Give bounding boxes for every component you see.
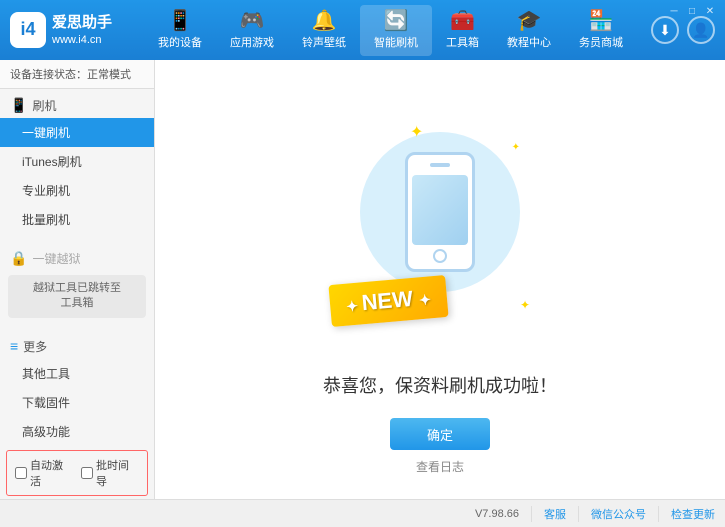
sidebar-item-itunes-flash[interactable]: iTunes刷机 (0, 147, 154, 176)
tools-icon: 🧰 (450, 11, 475, 31)
sidebar-item-one-key-flash[interactable]: 一键刷机 (0, 118, 154, 147)
sidebar-item-download-fw[interactable]: 下载固件 (0, 388, 154, 417)
status-bar: V7.98.66 客服 微信公众号 检查更新 (0, 499, 725, 527)
view-log-link[interactable]: 查看日志 (416, 458, 464, 475)
user-button[interactable]: 👤 (687, 16, 715, 44)
sidebar-item-advanced[interactable]: 高级功能 (0, 417, 154, 446)
tutorial-icon: 🎓 (517, 11, 542, 31)
circle-bg (360, 132, 520, 292)
sidebar-item-batch-flash[interactable]: 批量刷机 (0, 205, 154, 234)
nav-tools[interactable]: 🧰 工具箱 (432, 5, 493, 56)
auto-detect-label[interactable]: 自动激活 (15, 457, 73, 489)
nav-items: 📱 我的设备 🎮 应用游戏 🔔 铃声壁纸 🔄 智能刷机 🧰 工具箱 🎓 (140, 5, 641, 56)
header: i4 爱思助手 www.i4.cn 📱 我的设备 🎮 应用游戏 🔔 铃声壁纸 🔄 (0, 0, 725, 60)
nav-apps-games[interactable]: 🎮 应用游戏 (216, 5, 288, 56)
services-icon: 🏪 (589, 11, 614, 31)
status-divider-2 (578, 506, 579, 522)
nav-ringtones[interactable]: 🔔 铃声壁纸 (288, 5, 360, 56)
sidebar-section-more: ≡ 更多 (0, 330, 154, 359)
sidebar-item-pro-flash[interactable]: 专业刷机 (0, 176, 154, 205)
status-divider-3 (658, 506, 659, 522)
sparkle-1: ✦ (410, 122, 423, 142)
phone-screen (412, 175, 468, 245)
sidebar-restore-note: 越狱工具已跳转至工具箱 (8, 275, 146, 318)
breadcrumb: 设备连接状态：正常模式 (0, 60, 154, 89)
time-guide-label[interactable]: 批时间导 (81, 457, 139, 489)
phone-shape (405, 152, 475, 272)
device-icon: 📱 (168, 11, 193, 31)
logo-text: 爱思助手 www.i4.cn (52, 12, 112, 48)
version-label: V7.98.66 (475, 508, 519, 520)
nav-tutorials[interactable]: 🎓 教程中心 (493, 5, 565, 56)
sparkle-2: ✦ (512, 142, 520, 153)
new-badge: NEW (328, 275, 448, 327)
apps-icon: 🎮 (240, 11, 265, 31)
wechat-label[interactable]: 微信公众号 (591, 506, 646, 522)
nav-my-device[interactable]: 📱 我的设备 (144, 5, 216, 56)
auto-detect-checkbox[interactable] (15, 467, 27, 479)
close-button[interactable]: ✕ (703, 4, 717, 18)
sidebar-section-flash: 📱 刷机 (0, 89, 154, 118)
nav-smart-flash[interactable]: 🔄 智能刷机 (360, 5, 432, 56)
body: 设备连接状态：正常模式 📱 刷机 一键刷机 iTunes刷机 专业刷机 批量刷机… (0, 60, 725, 527)
success-illustration: NEW ✦ ✦ ✦ (340, 112, 540, 352)
success-text: 恭喜您，保资料刷机成功啦！ (323, 372, 557, 398)
auto-detect-area: 自动激活 批时间导 (6, 450, 148, 496)
window-controls: ─ □ ✕ (667, 4, 717, 18)
status-divider-1 (531, 506, 532, 522)
ringtone-icon: 🔔 (312, 11, 337, 31)
logo-icon: i4 (10, 12, 46, 48)
support-label[interactable]: 客服 (544, 506, 566, 522)
status-right: V7.98.66 客服 微信公众号 检查更新 (475, 506, 715, 522)
content-area: NEW ✦ ✦ ✦ 恭喜您，保资料刷机成功啦！ 确定 查看日志 (155, 60, 725, 527)
lock-icon: 🔒 (10, 250, 27, 267)
flash-icon: 🔄 (384, 11, 409, 31)
sidebar-item-other-tools[interactable]: 其他工具 (0, 359, 154, 388)
download-button[interactable]: ⬇ (651, 16, 679, 44)
flash-section-icon: 📱 (10, 97, 27, 114)
sidebar-section-restore: 🔒 一键越狱 (0, 242, 154, 271)
sidebar: 设备连接状态：正常模式 📱 刷机 一键刷机 iTunes刷机 专业刷机 批量刷机… (0, 60, 155, 527)
sparkle-3: ✦ (520, 298, 530, 312)
time-guide-checkbox[interactable] (81, 467, 93, 479)
check-update-label[interactable]: 检查更新 (671, 506, 715, 522)
phone-home (433, 249, 447, 263)
confirm-button[interactable]: 确定 (390, 418, 490, 450)
nav-services[interactable]: 🏪 务员商城 (565, 5, 637, 56)
maximize-button[interactable]: □ (685, 4, 699, 18)
header-right: ⬇ 👤 (651, 16, 715, 44)
minimize-button[interactable]: ─ (667, 4, 681, 18)
logo: i4 爱思助手 www.i4.cn (10, 12, 120, 48)
more-icon: ≡ (10, 338, 18, 354)
